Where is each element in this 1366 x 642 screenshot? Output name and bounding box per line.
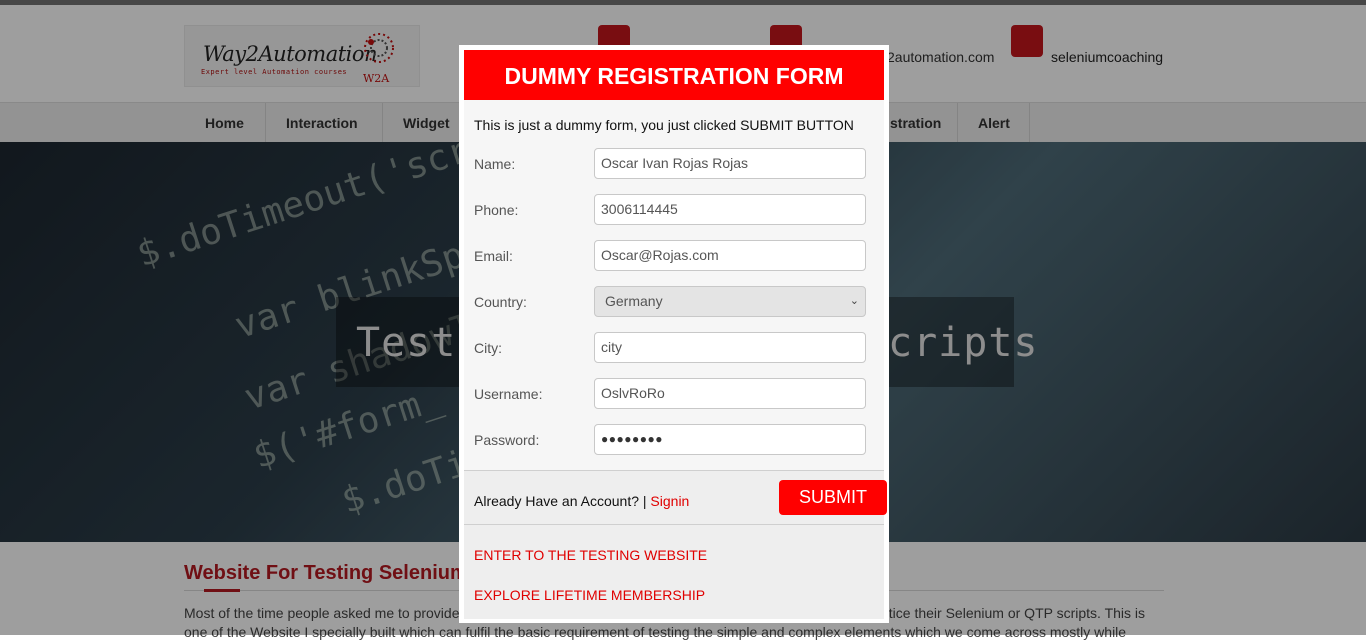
email-label: Email: [474, 248, 513, 264]
city-label: City: [474, 340, 502, 356]
phone-label: Phone: [474, 202, 519, 218]
email-field[interactable]: Oscar@Rojas.com [594, 240, 866, 271]
country-label: Country: [474, 294, 527, 310]
modal-intro-text: This is just a dummy form, you just clic… [474, 117, 854, 133]
password-label: Password: [474, 432, 540, 448]
explore-membership-link[interactable]: EXPLORE LIFETIME MEMBERSHIP [474, 587, 705, 603]
already-account-label: Already Have an Account? | [474, 493, 647, 509]
password-field[interactable]: ●●●●●●●● [594, 424, 866, 455]
username-field[interactable]: OslvRoRo [594, 378, 866, 409]
name-field[interactable]: Oscar Ivan Rojas Rojas [594, 148, 866, 179]
submit-button[interactable]: SUBMIT [779, 480, 887, 515]
name-label: Name: [474, 156, 516, 172]
signin-link[interactable]: Signin [650, 493, 689, 509]
country-select[interactable]: Germany ⌄ [594, 286, 866, 317]
chevron-down-icon: ⌄ [849, 295, 859, 307]
country-selected-value: Germany [605, 293, 663, 309]
username-label: Username: [474, 386, 543, 402]
phone-field[interactable]: 3006114445 [594, 194, 866, 225]
footer-divider [464, 524, 884, 525]
already-account-text: Already Have an Account? | Signin [474, 493, 689, 509]
city-field[interactable]: city [594, 332, 866, 363]
modal-title: DUMMY REGISTRATION FORM [464, 50, 884, 100]
enter-testing-website-link[interactable]: ENTER TO THE TESTING WEBSITE [474, 547, 707, 563]
